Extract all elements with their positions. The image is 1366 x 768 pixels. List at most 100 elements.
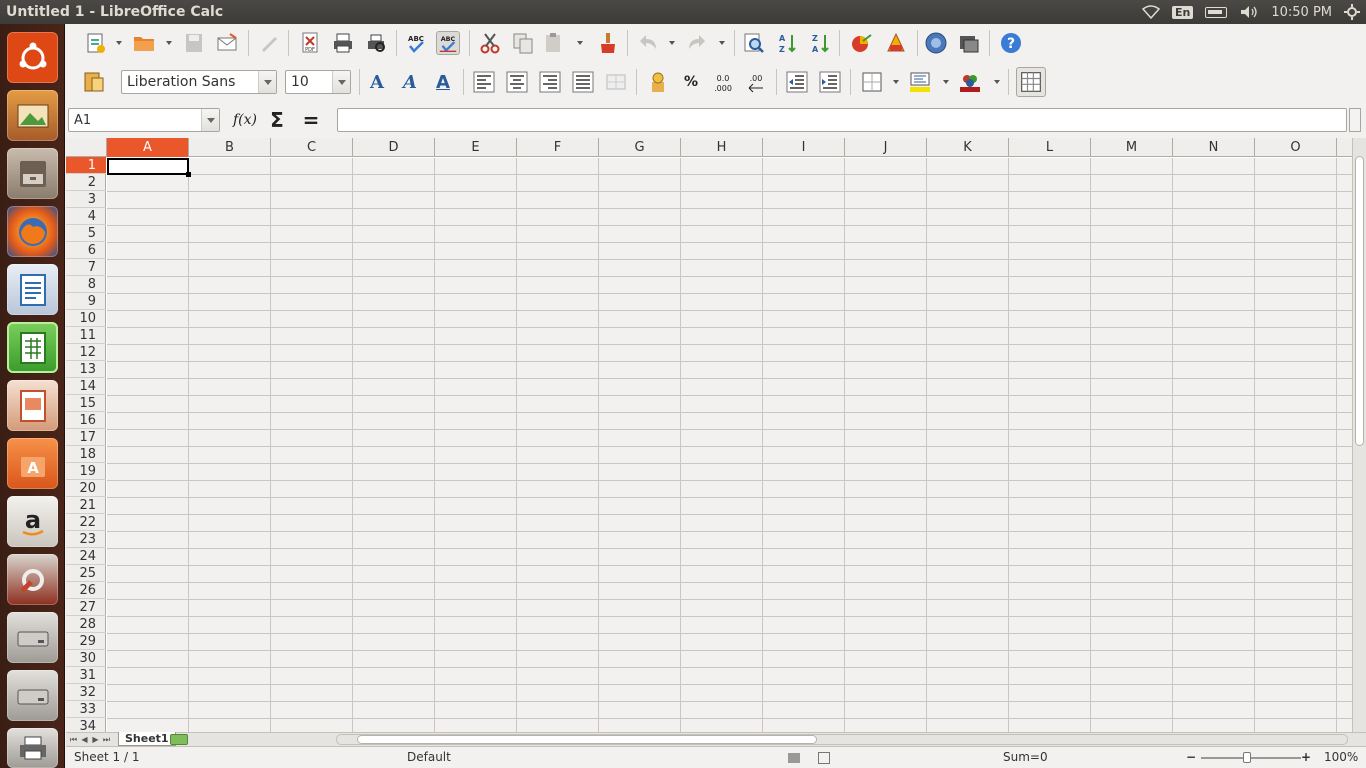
row-header-15[interactable]: 15 [66, 395, 106, 412]
launcher-firefox[interactable] [7, 206, 58, 257]
row-header-29[interactable]: 29 [66, 633, 106, 650]
borders-icon[interactable] [860, 70, 884, 94]
row-header-10[interactable]: 10 [66, 310, 106, 327]
launcher-files[interactable] [7, 148, 58, 199]
underline-icon[interactable]: A [430, 69, 456, 95]
increase-indent-icon[interactable] [818, 70, 842, 94]
row-header-3[interactable]: 3 [66, 191, 106, 208]
row-header-30[interactable]: 30 [66, 650, 106, 667]
keyboard-layout-indicator[interactable]: En [1171, 5, 1194, 19]
launcher-shotwell[interactable] [7, 90, 58, 141]
row-header-16[interactable]: 16 [66, 412, 106, 429]
row-header-9[interactable]: 9 [66, 293, 106, 310]
sheet-tab[interactable]: Sheet1 [118, 732, 176, 746]
zoom-out-icon[interactable]: − [1186, 750, 1196, 764]
launcher-system-settings[interactable] [7, 554, 58, 605]
launcher-software-center[interactable]: A [7, 438, 58, 489]
row-header-23[interactable]: 23 [66, 531, 106, 548]
copy-icon[interactable] [511, 31, 535, 55]
column-header-g[interactable]: G [599, 138, 681, 157]
row-header-31[interactable]: 31 [66, 667, 106, 684]
clone-formatting-icon[interactable] [596, 31, 620, 55]
launcher-printer[interactable] [7, 728, 58, 768]
digital-signature-icon[interactable] [788, 753, 800, 763]
align-right-icon[interactable] [538, 70, 562, 94]
borders-dropdown-arrow-icon[interactable] [893, 80, 899, 84]
session-gear-icon[interactable] [1344, 4, 1360, 20]
export-pdf-icon[interactable]: PDF [298, 31, 322, 55]
font-size-combobox[interactable]: 10 [285, 70, 351, 94]
column-header-b[interactable]: B [189, 138, 271, 157]
column-header-m[interactable]: M [1091, 138, 1173, 157]
launcher-writer[interactable] [7, 264, 58, 315]
column-header-h[interactable]: H [681, 138, 763, 157]
select-all-corner[interactable] [66, 138, 107, 157]
row-header-14[interactable]: 14 [66, 378, 106, 395]
next-sheet-arrow-icon[interactable]: ▶ [91, 735, 100, 744]
row-header-20[interactable]: 20 [66, 480, 106, 497]
clock[interactable]: 10:50 PM [1271, 5, 1332, 20]
row-header-11[interactable]: 11 [66, 327, 106, 344]
insert-pivot-table-icon[interactable] [884, 31, 908, 55]
background-color-dropdown-arrow-icon[interactable] [943, 80, 949, 84]
row-header-28[interactable]: 28 [66, 616, 106, 633]
function-wizard-icon[interactable]: f(x) [231, 108, 259, 132]
merge-cells-icon[interactable] [604, 70, 628, 94]
function-equals-icon[interactable]: = [298, 108, 324, 132]
row-header-22[interactable]: 22 [66, 514, 106, 531]
font-size-dropdown-button[interactable] [332, 71, 350, 93]
column-header-l[interactable]: L [1009, 138, 1091, 157]
row-header-26[interactable]: 26 [66, 582, 106, 599]
add-sheet-icon[interactable] [170, 734, 188, 745]
italic-icon[interactable]: A [397, 69, 423, 95]
row-header-34[interactable]: 34 [66, 718, 106, 732]
font-name-combobox[interactable]: Liberation Sans [121, 70, 277, 94]
zoom-level[interactable]: 100% [1324, 750, 1358, 764]
align-center-icon[interactable] [505, 70, 529, 94]
column-header-e[interactable]: E [435, 138, 517, 157]
last-sheet-arrow-icon[interactable]: ⏭ [102, 735, 111, 744]
sum-icon[interactable]: Σ [264, 108, 290, 132]
undo-dropdown-arrow-icon[interactable] [669, 41, 675, 45]
sum-display[interactable]: Sum=0 [1003, 750, 1048, 764]
background-color-icon[interactable] [908, 70, 932, 94]
send-email-icon[interactable] [215, 31, 239, 55]
cut-icon[interactable] [478, 31, 502, 55]
column-header-n[interactable]: N [1173, 138, 1255, 157]
launcher-drive-1[interactable] [7, 612, 58, 663]
launcher-impress[interactable] [7, 380, 58, 431]
spelling-icon[interactable]: ABC [404, 31, 428, 55]
wifi-icon[interactable] [1141, 5, 1160, 19]
previous-sheet-arrow-icon[interactable]: ◀ [80, 735, 89, 744]
row-header-19[interactable]: 19 [66, 463, 106, 480]
volume-icon[interactable] [1239, 5, 1259, 19]
help-icon[interactable]: ? [999, 31, 1023, 55]
column-header-o[interactable]: O [1255, 138, 1337, 157]
autospellcheck-icon[interactable]: ABC [436, 31, 460, 55]
row-header-24[interactable]: 24 [66, 548, 106, 565]
undo-icon[interactable] [636, 31, 660, 55]
row-header-12[interactable]: 12 [66, 344, 106, 361]
styles-formatting-icon[interactable] [82, 70, 106, 94]
column-header-a[interactable]: A [107, 138, 189, 157]
save-icon[interactable] [182, 31, 206, 55]
horizontal-scrollbar-thumb[interactable] [357, 735, 817, 744]
standard-number-format-icon[interactable]: 0.0.000 [711, 70, 735, 94]
insert-chart-icon[interactable] [849, 31, 873, 55]
launcher-amazon[interactable]: a [7, 496, 58, 547]
currency-format-icon[interactable] [646, 70, 670, 94]
column-header-f[interactable]: F [517, 138, 599, 157]
name-box-dropdown-button[interactable] [201, 109, 219, 131]
delete-decimal-icon[interactable]: .00 [744, 70, 768, 94]
formula-input[interactable] [337, 108, 1347, 132]
active-cell-cursor[interactable] [107, 158, 191, 177]
row-header-8[interactable]: 8 [66, 276, 106, 293]
font-color-dropdown-arrow-icon[interactable] [994, 80, 1000, 84]
zoom-slider-handle[interactable] [1243, 752, 1251, 763]
paste-dropdown-arrow-icon[interactable] [577, 41, 583, 45]
row-header-4[interactable]: 4 [66, 208, 106, 225]
gallery-icon[interactable] [957, 31, 981, 55]
column-header-d[interactable]: D [353, 138, 435, 157]
row-header-33[interactable]: 33 [66, 701, 106, 718]
expand-formula-bar-button[interactable] [1349, 108, 1361, 132]
